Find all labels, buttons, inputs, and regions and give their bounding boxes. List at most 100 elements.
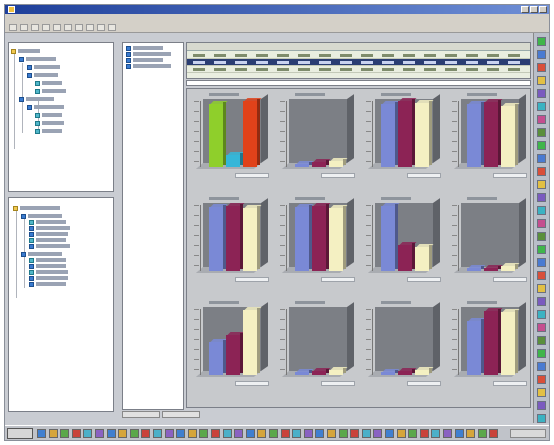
bar-chart[interactable] [363, 93, 445, 193]
toolbar-button[interactable] [31, 24, 39, 31]
table-row-selected[interactable] [187, 59, 530, 66]
taskbar-icon[interactable] [71, 429, 81, 438]
horizontal-scrollbar[interactable] [186, 80, 531, 86]
taskbar-icon[interactable] [361, 429, 371, 438]
taskbar-icon[interactable] [83, 429, 93, 438]
bar-chart[interactable] [191, 93, 273, 193]
close-button[interactable] [539, 6, 547, 13]
bar-chart[interactable] [363, 301, 445, 401]
taskbar-icon[interactable] [257, 429, 267, 438]
navigation-tree-pane[interactable] [8, 42, 114, 192]
shortcut-icon[interactable] [537, 219, 546, 228]
taskbar-icon[interactable] [222, 429, 232, 438]
shortcut-icon[interactable] [537, 232, 546, 241]
taskbar-icon[interactable] [106, 429, 116, 438]
taskbar-icon[interactable] [269, 429, 278, 438]
taskbar-icon[interactable] [129, 429, 139, 438]
shortcut-icon[interactable] [537, 362, 546, 371]
maximize-button[interactable] [530, 6, 538, 13]
taskbar-icon[interactable] [292, 429, 302, 438]
shortcut-icon[interactable] [537, 271, 546, 280]
shortcut-icon[interactable] [537, 414, 546, 423]
toolbar-button[interactable] [20, 24, 28, 31]
taskbar-icon[interactable] [303, 429, 313, 438]
taskbar-icon[interactable] [141, 429, 151, 438]
bar-chart[interactable] [449, 93, 531, 193]
toolbar-button[interactable] [42, 24, 50, 31]
taskbar-icon[interactable] [48, 429, 58, 438]
start-button[interactable] [7, 428, 33, 439]
taskbar-icon[interactable] [176, 429, 186, 438]
toolbar-button[interactable] [64, 24, 72, 31]
shortcut-icon[interactable] [537, 128, 546, 137]
tab-charts[interactable] [162, 411, 200, 418]
shortcut-icon[interactable] [537, 50, 546, 59]
taskbar-icon[interactable] [454, 429, 464, 438]
toolbar-button[interactable] [86, 24, 94, 31]
shortcut-icon[interactable] [537, 206, 546, 215]
shortcut-icon[interactable] [537, 76, 546, 85]
shortcut-icon[interactable] [537, 193, 546, 202]
taskbar-icon[interactable] [350, 429, 360, 438]
bar-chart[interactable] [191, 301, 273, 401]
shortcut-icon[interactable] [537, 284, 546, 293]
tab-list[interactable] [122, 411, 160, 418]
shortcut-icon[interactable] [537, 37, 546, 46]
shortcut-icon[interactable] [537, 388, 546, 397]
object-tree-pane[interactable] [8, 197, 114, 412]
shortcut-icon[interactable] [537, 258, 546, 267]
taskbar-icon[interactable] [419, 429, 429, 438]
taskbar-icon[interactable] [245, 429, 255, 438]
taskbar-icon[interactable] [199, 429, 209, 438]
shortcut-icon[interactable] [537, 297, 546, 306]
bar-chart[interactable] [363, 197, 445, 297]
shortcut-icon[interactable] [537, 401, 546, 410]
taskbar-icon[interactable] [164, 429, 174, 438]
taskbar-icon[interactable] [234, 429, 244, 438]
taskbar-icon[interactable] [327, 429, 336, 438]
shortcut-icon[interactable] [537, 167, 546, 176]
shortcut-icon[interactable] [537, 310, 546, 319]
taskbar-icon[interactable] [153, 429, 162, 438]
toolbar-button[interactable] [97, 24, 105, 31]
taskbar-icon[interactable] [443, 429, 452, 438]
shortcut-icon[interactable] [537, 323, 546, 332]
table-row[interactable] [187, 66, 530, 73]
item-list-pane[interactable] [122, 42, 184, 410]
shortcut-icon[interactable] [537, 349, 546, 358]
toolbar-button[interactable] [9, 24, 17, 31]
shortcut-icon[interactable] [537, 63, 546, 72]
taskbar-icon[interactable] [60, 429, 70, 438]
taskbar-icon[interactable] [489, 429, 499, 438]
taskbar-icon[interactable] [477, 429, 487, 438]
shortcut-icon[interactable] [537, 154, 546, 163]
taskbar-icon[interactable] [396, 429, 406, 438]
taskbar-icon[interactable] [338, 429, 348, 438]
minimize-button[interactable] [521, 6, 529, 13]
data-grid[interactable] [186, 42, 531, 79]
taskbar-icon[interactable] [315, 429, 325, 438]
taskbar-icon[interactable] [373, 429, 383, 438]
taskbar-icon[interactable] [95, 429, 104, 438]
taskbar-icon[interactable] [211, 429, 220, 438]
shortcut-icon[interactable] [537, 115, 546, 124]
toolbar-button[interactable] [75, 24, 83, 31]
shortcut-icon[interactable] [537, 180, 546, 189]
bar-chart[interactable] [449, 197, 531, 297]
taskbar-icon[interactable] [37, 429, 46, 438]
taskbar-icon[interactable] [466, 429, 476, 438]
taskbar-icon[interactable] [280, 429, 290, 438]
toolbar-button[interactable] [108, 24, 116, 31]
bar-chart[interactable] [277, 301, 359, 401]
table-row[interactable] [187, 52, 530, 59]
shortcut-icon[interactable] [537, 375, 546, 384]
bar-chart[interactable] [277, 197, 359, 297]
taskbar-icon[interactable] [431, 429, 441, 438]
taskbar-icon[interactable] [118, 429, 128, 438]
shortcut-icon[interactable] [537, 336, 546, 345]
shortcut-icon[interactable] [537, 89, 546, 98]
taskbar-icon[interactable] [187, 429, 197, 438]
taskbar-icon[interactable] [408, 429, 418, 438]
bar-chart[interactable] [277, 93, 359, 193]
toolbar-button[interactable] [53, 24, 61, 31]
